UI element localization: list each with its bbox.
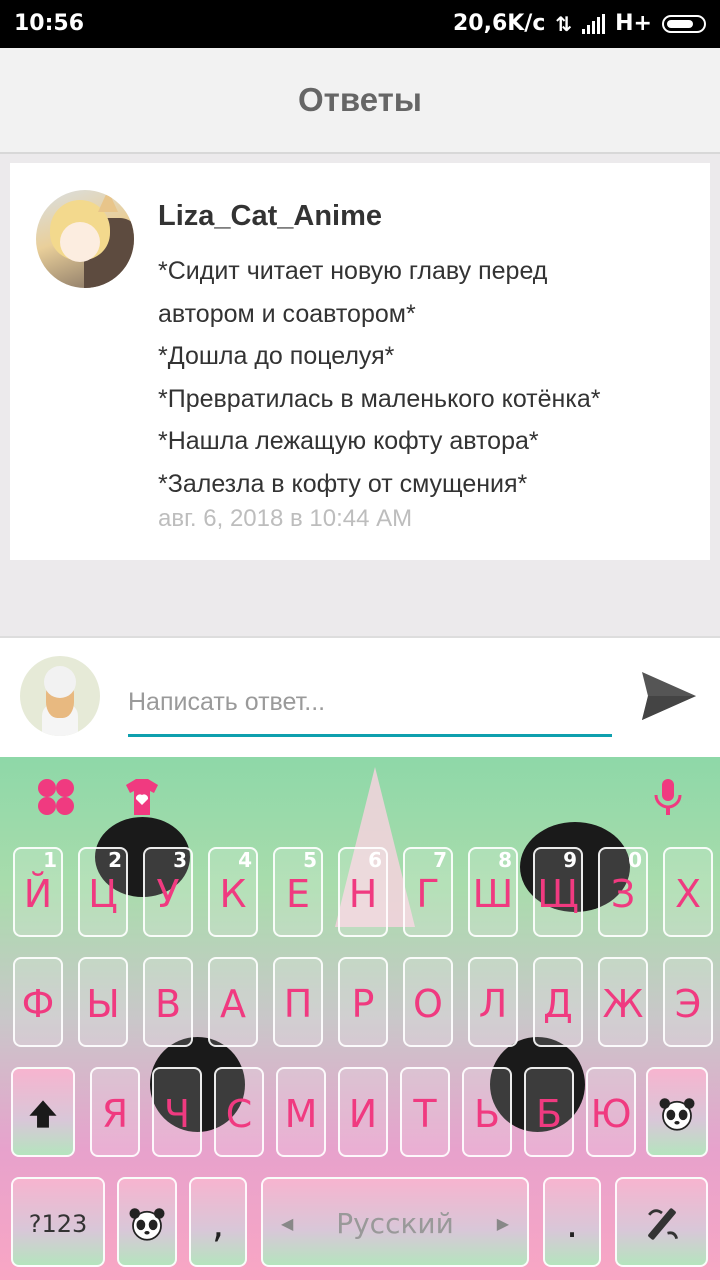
keyboard: Й1 Ц2 У3 К4 Е5 Н6 Г7 Ш8 Щ9 З0 Х Ф Ы В А … [0,757,720,1280]
key-й[interactable]: Й1 [13,847,63,937]
space-right-arrow-icon: ▶ [496,1214,509,1233]
comment-line: автором и соавтором* [158,299,416,328]
comment-text: *Сидит читает новую главу перед автором … [158,250,698,506]
key-ш[interactable]: Ш8 [468,847,518,937]
my-avatar [20,656,100,736]
data-transfer-icon: ⇅ [555,11,573,36]
comma-key[interactable]: , [189,1177,247,1267]
mode-switch-key[interactable]: ?123 [11,1177,105,1267]
microphone-icon[interactable] [646,775,690,819]
key-с[interactable]: С [214,1067,264,1157]
key-щ[interactable]: Щ9 [533,847,583,937]
key-ф[interactable]: Ф [13,957,63,1047]
key-а[interactable]: А [208,957,258,1047]
panda-emoji-icon [129,1208,165,1241]
period-key[interactable]: . [543,1177,601,1267]
enter-key[interactable] [615,1177,708,1267]
page-title: Ответы [298,81,422,118]
shift-key[interactable] [11,1067,75,1157]
emoji-key[interactable] [117,1177,177,1267]
bamboo-enter-icon [647,1208,678,1240]
space-left-arrow-icon: ◀ [281,1214,294,1233]
network-type: H+ [615,11,652,36]
status-time: 10:56 [14,11,85,36]
key-в[interactable]: В [143,957,193,1047]
key-ю[interactable]: Ю [586,1067,636,1157]
comment-username[interactable]: Liza_Cat_Anime [158,200,382,233]
send-icon[interactable] [640,670,698,722]
key-ы[interactable]: Ы [78,957,128,1047]
comment-line: *Нашла лежащую кофту автора* [158,427,539,456]
network-speed: 20,6K/c [452,11,546,36]
user-avatar[interactable] [36,190,134,288]
key-я[interactable]: Я [90,1067,140,1157]
key-д[interactable]: Д [533,957,583,1047]
key-э[interactable]: Э [663,957,713,1047]
comment-line: *Превратилась в маленького котёнка* [158,384,601,413]
key-к[interactable]: К4 [208,847,258,937]
status-bar: 10:56 20,6K/c ⇅ H+ [0,0,720,48]
key-р[interactable]: Р [338,957,388,1047]
comment-line: *Дошла до поцелуя* [158,342,395,371]
key-б[interactable]: Б [524,1067,574,1157]
key-х[interactable]: Х [663,847,713,937]
shift-arrow-icon [29,1100,57,1128]
panda-backspace-icon [659,1098,695,1131]
key-ч[interactable]: Ч [152,1067,202,1157]
key-м[interactable]: М [276,1067,326,1157]
battery-icon [662,14,706,33]
key-о[interactable]: О [403,957,453,1047]
key-п[interactable]: П [273,957,323,1047]
key-н[interactable]: Н6 [338,847,388,937]
reply-input[interactable] [128,670,612,737]
backspace-key[interactable] [646,1067,708,1157]
space-label: Русский [336,1207,454,1240]
clover-icon[interactable] [34,775,78,819]
signal-icon [582,13,606,34]
key-е[interactable]: Е5 [273,847,323,937]
key-ж[interactable]: Ж [598,957,648,1047]
key-и[interactable]: И [338,1067,388,1157]
theme-shirt-icon[interactable] [120,775,164,819]
key-ц[interactable]: Ц2 [78,847,128,937]
comment-timestamp: авг. 6, 2018 в 10:44 AM [158,505,413,532]
key-ь[interactable]: Ь [462,1067,512,1157]
comment-line: *Залезла в кофту от смущения* [158,469,528,498]
key-г[interactable]: Г7 [403,847,453,937]
key-з[interactable]: З0 [598,847,648,937]
key-у[interactable]: У3 [143,847,193,937]
space-key[interactable]: ◀ Русский ▶ [261,1177,529,1267]
key-т[interactable]: Т [400,1067,450,1157]
app-bar: Ответы [0,48,720,154]
key-л[interactable]: Л [468,957,518,1047]
comment-line: *Сидит читает новую главу перед [158,257,548,285]
